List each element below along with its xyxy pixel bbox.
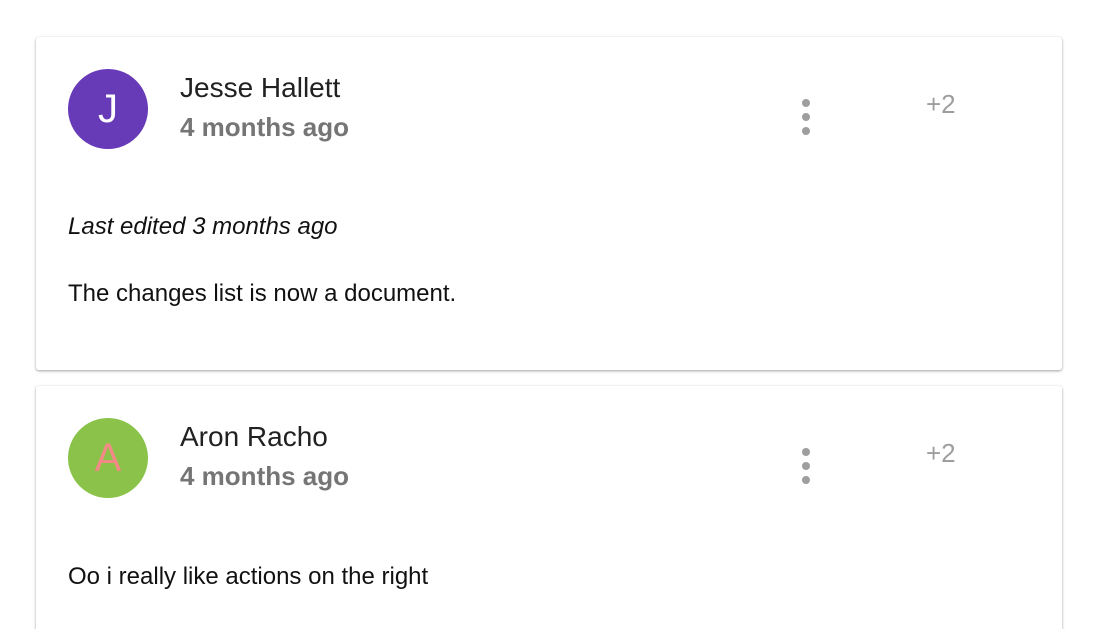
comment-feed: J Jesse Hallett 4 months ago +2 Last edi… (0, 0, 1105, 629)
edited-note: Last edited 3 months ago (68, 213, 338, 240)
comment-timestamp[interactable]: 4 months ago (180, 112, 349, 143)
more-vert-icon[interactable] (796, 99, 816, 135)
menu-dot (802, 113, 810, 121)
comment-timestamp[interactable]: 4 months ago (180, 461, 349, 492)
avatar-initial: J (98, 87, 118, 131)
avatar[interactable]: A (68, 418, 148, 498)
comment-author[interactable]: Jesse Hallett (180, 72, 340, 104)
menu-dot (802, 127, 810, 135)
plus-one-button[interactable]: +2 (926, 438, 956, 469)
comment-author[interactable]: Aron Racho (180, 421, 328, 453)
more-vert-icon[interactable] (796, 448, 816, 484)
menu-dot (802, 476, 810, 484)
comment-card: J Jesse Hallett 4 months ago +2 Last edi… (36, 37, 1062, 370)
comment-card: A Aron Racho 4 months ago +2 Oo i really… (36, 386, 1062, 629)
avatar-initial: A (94, 436, 122, 480)
comment-body: Oo i really like actions on the right (68, 563, 429, 590)
menu-dot (802, 462, 810, 470)
menu-dot (802, 99, 810, 107)
menu-dot (802, 448, 810, 456)
plus-one-button[interactable]: +2 (926, 89, 956, 120)
comment-body: The changes list is now a document. (68, 280, 457, 307)
avatar[interactable]: J (68, 69, 148, 149)
